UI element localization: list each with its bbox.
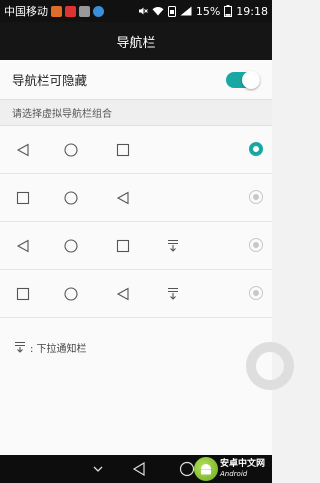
notification-app-icon: [51, 5, 62, 17]
hide-navbar-switch[interactable]: [226, 70, 260, 89]
home-icon: [64, 239, 78, 253]
recents-icon: [16, 287, 30, 301]
home-icon: [64, 143, 78, 157]
section-header: 请选择虚拟导航栏组合: [0, 100, 272, 126]
navbar-option-4[interactable]: [0, 270, 272, 318]
notification-pulldown-icon: [168, 239, 178, 252]
hide-navbar-row[interactable]: 导航栏可隐藏: [0, 60, 272, 100]
wifi-icon: [152, 7, 164, 16]
watermark: 安卓中文网 Android: [194, 455, 272, 483]
navbar-option-radio[interactable]: [249, 142, 263, 156]
navbar-option-2[interactable]: [0, 174, 272, 222]
watermark-en: Android: [220, 470, 248, 478]
status-bar: 中国移动 15% 19:18: [0, 0, 272, 22]
floating-ring-button[interactable]: [246, 342, 294, 390]
navbar-option-radio[interactable]: [249, 286, 263, 300]
home-icon: [64, 287, 78, 301]
notification-app-icon: [93, 5, 104, 17]
nav-back-icon[interactable]: [131, 461, 147, 477]
recents-icon: [16, 191, 30, 205]
navbar-option-1[interactable]: [0, 126, 272, 174]
back-icon: [16, 239, 29, 253]
nav-home-icon[interactable]: [179, 461, 195, 477]
watermark-cn: 安卓中文网: [220, 459, 266, 469]
notification-pulldown-icon: [15, 341, 25, 353]
radio-dot: [253, 146, 259, 152]
sim-icon: [167, 5, 176, 17]
back-icon: [116, 287, 129, 301]
page-title: 导航栏: [116, 35, 156, 51]
mute-icon: [138, 7, 148, 15]
switch-knob: [242, 70, 260, 89]
hide-navbar-chevron-icon[interactable]: [92, 465, 104, 473]
hide-navbar-label: 导航栏可隐藏: [12, 73, 88, 88]
section-header-label: 请选择虚拟导航栏组合: [12, 109, 112, 120]
notification-app-icon: [65, 5, 76, 17]
navbar-option-radio[interactable]: [249, 238, 263, 252]
back-icon: [116, 191, 129, 205]
radio-dot: [253, 242, 259, 248]
pulldown-note: : 下拉通知栏: [0, 332, 272, 362]
carrier-label: 中国移动: [4, 5, 48, 18]
back-icon: [16, 143, 29, 157]
title-bar: 导航栏: [0, 22, 272, 60]
navbar-option-3[interactable]: [0, 222, 272, 270]
notification-app-icon: [79, 5, 90, 17]
navbar-option-radio[interactable]: [249, 190, 263, 204]
notification-pulldown-icon: [168, 287, 178, 300]
settings-content: 导航栏可隐藏 请选择虚拟导航栏组合 : 下拉通知栏: [0, 60, 294, 455]
android-robot-icon: [201, 464, 211, 475]
pulldown-note-text: : 下拉通知栏: [30, 343, 87, 355]
signal-icon: [180, 6, 192, 16]
radio-dot: [253, 290, 259, 296]
radio-dot: [253, 194, 259, 200]
recents-icon: [116, 143, 130, 157]
battery-icon: [224, 5, 233, 17]
watermark-logo: [194, 457, 218, 481]
battery-percent: 15%: [195, 4, 221, 18]
home-icon: [64, 191, 78, 205]
clock: 19:18: [236, 4, 268, 18]
recents-icon: [116, 239, 130, 253]
